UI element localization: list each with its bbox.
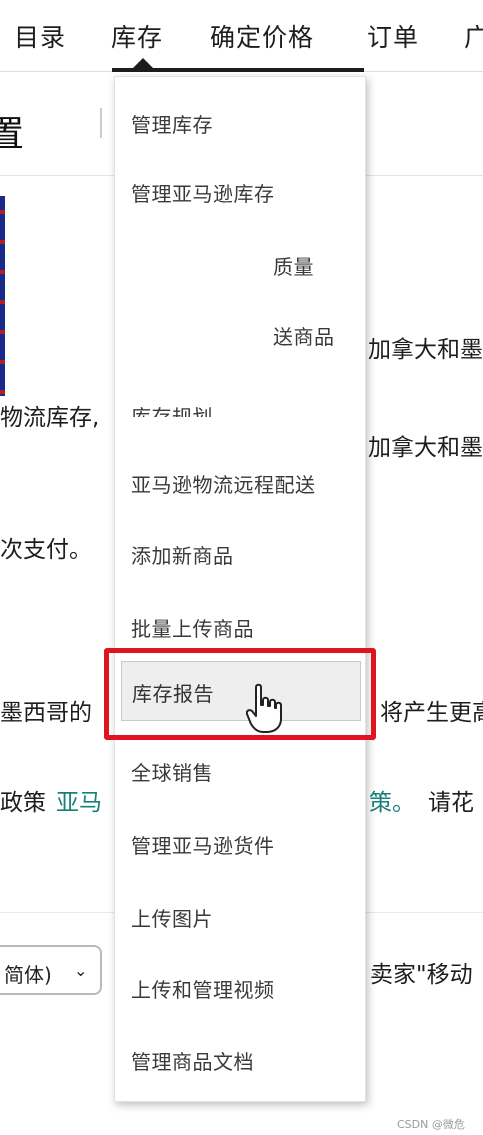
body-text-line: 物流库存, [0,405,100,431]
menu-item-inventory-planning[interactable]: 库存规划 [131,401,213,417]
nav-item-advertising[interactable]: 广 [464,18,483,54]
body-text-line: 卖家"移动 [370,962,473,988]
page-title: 置 [0,114,25,155]
menu-item-product-documents[interactable]: 管理商品文档 [131,1046,254,1075]
language-select-value: 简体) [4,963,52,987]
menu-item-fba-remote-fulfillment[interactable]: 亚马逊物流远程配送 [131,469,316,498]
watermark: CSDN @微危 [397,1118,465,1131]
hand-pointer-icon [246,683,282,733]
menu-item-manage-shipments[interactable]: 管理亚马逊货件 [131,830,275,859]
menu-item-inventory-reports-label: 库存报告 [132,682,214,706]
body-text-line: 请花 [428,790,474,816]
page-tab-divider [100,108,108,138]
nav-active-underline [112,68,364,72]
nav-item-inventory[interactable]: 库存 [111,18,163,54]
nav-caret-icon [133,58,153,68]
chevron-down-icon: ⌄ [74,961,88,980]
policy-link-end[interactable]: 策。 [369,783,415,817]
body-text-line: 将产生更高 [380,700,483,726]
inventory-dropdown-menu: 管理库存 管理亚马逊库存 质量 送商品 库存规划 亚马逊物流远程配送 添加新商品… [114,76,366,1102]
policy-link[interactable]: 亚马 [56,783,102,817]
menu-item-add-product[interactable]: 添加新商品 [131,540,234,569]
body-text-line: 政策 [0,790,46,816]
menu-item-quality[interactable]: 质量 [273,251,314,280]
nav-item-pricing[interactable]: 确定价格 [210,18,314,54]
body-text-line: 加拿大和墨 [368,337,483,363]
body-text-line: 墨西哥的 [0,700,92,726]
menu-item-manage-inventory[interactable]: 管理库存 [131,109,213,138]
top-nav: 目录 库存 确定价格 订单 广 [0,0,483,72]
side-banner-strip [0,196,5,396]
menu-item-global-selling[interactable]: 全球销售 [131,757,213,786]
language-select[interactable]: 简体) ⌄ [0,945,102,995]
menu-item-delivery-products[interactable]: 送商品 [273,321,335,350]
body-text-line: 加拿大和墨 [368,435,483,461]
body-text-line: 次支付。 [0,537,92,563]
menu-item-upload-images[interactable]: 上传图片 [131,903,213,932]
menu-item-inventory-reports[interactable]: 库存报告 [121,661,361,721]
menu-item-manage-fba-inventory[interactable]: 管理亚马逊库存 [131,178,275,207]
menu-item-upload-videos[interactable]: 上传和管理视频 [131,974,275,1003]
menu-item-bulk-upload[interactable]: 批量上传商品 [131,613,254,642]
nav-item-orders[interactable]: 订单 [367,18,419,54]
nav-item-catalog[interactable]: 目录 [14,18,66,54]
